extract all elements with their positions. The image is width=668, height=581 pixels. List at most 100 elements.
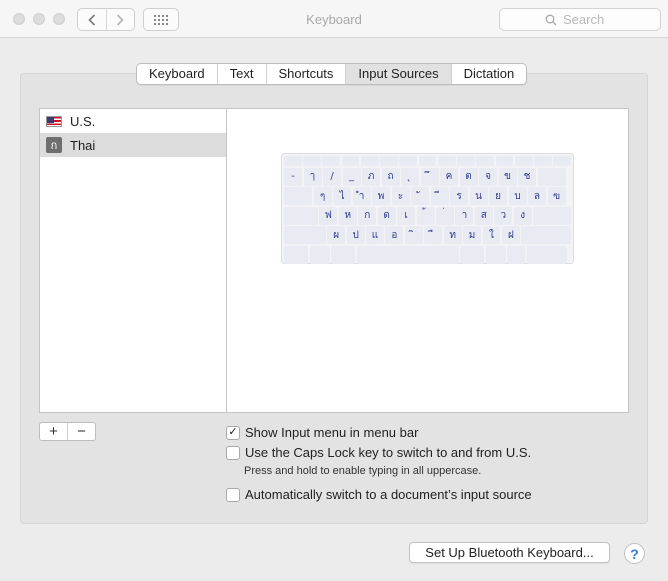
keyboard-key: แ xyxy=(366,226,384,244)
keyboard-key xyxy=(526,245,567,264)
keyboard-key: ำ xyxy=(352,187,371,205)
help-button[interactable]: ? xyxy=(624,543,645,564)
keyboard-key: ท xyxy=(443,226,462,244)
keyboard-key: ด xyxy=(377,206,396,225)
keyboard-key: ค xyxy=(440,167,458,186)
tab-dictation[interactable]: Dictation xyxy=(450,64,527,84)
keyboard-key xyxy=(341,156,360,166)
keyboard-key: ภ xyxy=(362,167,380,186)
keyboard-key: ถ xyxy=(381,167,400,186)
keyboard-key xyxy=(418,156,437,166)
keyboard-key: ื xyxy=(424,226,443,244)
keyboard-key xyxy=(331,245,355,264)
keyboard-key xyxy=(507,245,525,264)
keyboard-key xyxy=(284,245,308,264)
caps-lock-label: Use the Caps Lock key to switch to and f… xyxy=(245,445,532,460)
auto-switch-checkbox[interactable] xyxy=(226,487,240,502)
keyboard-key: ต xyxy=(459,167,478,186)
search-icon xyxy=(545,14,557,25)
show-input-menu-label: Show Input menu in menu bar xyxy=(245,425,419,440)
keyboard-key xyxy=(533,206,572,225)
add-source-button[interactable]: + xyxy=(40,423,67,440)
keyboard-key: ห xyxy=(338,206,357,225)
keyboard-key: ก xyxy=(358,206,377,225)
keyboard-row: ฟหกดเ้่าสวง xyxy=(284,206,572,225)
keyboard-key: ร xyxy=(450,187,468,205)
keyboard-key: ๆ xyxy=(313,187,332,205)
keyboard-row xyxy=(284,156,572,166)
keyboard-row: ผปแอิืทมใฝ xyxy=(284,226,572,244)
keyboard-key: ข xyxy=(498,167,517,186)
title-bar: Keyboard xyxy=(0,0,668,38)
keyboard-key xyxy=(537,167,566,186)
tab-bar: Keyboard Text Shortcuts Input Sources Di… xyxy=(136,63,528,85)
keyboard-key xyxy=(485,245,506,264)
caps-lock-option[interactable]: Use the Caps Lock key to switch to and f… xyxy=(226,445,531,460)
keyboard-key xyxy=(399,156,418,166)
keyboard-key xyxy=(457,156,475,166)
tab-shortcuts[interactable]: Shortcuts xyxy=(265,64,346,84)
remove-source-button[interactable]: − xyxy=(67,423,95,440)
keyboard-key xyxy=(284,206,318,225)
keyboard-key: ใ xyxy=(482,226,501,244)
keyboard-key: ๅ xyxy=(303,167,322,186)
keyboard-key xyxy=(514,156,533,166)
list-item-thai[interactable]: ก Thai xyxy=(40,133,226,157)
us-flag-icon xyxy=(46,115,62,127)
keyboard-key: ี xyxy=(430,187,449,205)
keyboard-key xyxy=(284,187,312,205)
keyboard-key: ึ xyxy=(420,167,439,186)
keyboard-key xyxy=(460,245,484,264)
caps-lock-checkbox[interactable] xyxy=(226,445,240,460)
keyboard-key xyxy=(303,156,321,166)
keyboard-key: เ xyxy=(397,206,416,225)
add-remove-control: + − xyxy=(39,422,96,441)
search-input[interactable] xyxy=(563,12,615,27)
show-input-menu-option[interactable]: ✓ Show Input menu in menu bar xyxy=(226,425,418,440)
keyboard-layout-preview: -ๅ/_ภถุึคตจขชๆไำพะัีรนยบลฃฟหกดเ้่าสวงผปแ… xyxy=(281,153,574,264)
setup-bluetooth-keyboard-button[interactable]: Set Up Bluetooth Keyboard... xyxy=(409,542,610,563)
keyboard-key: ย xyxy=(489,187,507,205)
keyboard-preview-pane: -ๅ/_ภถุึคตจขชๆไำพะัีรนยบลฃฟหกดเ้่าสวงผปแ… xyxy=(226,108,629,413)
keyboard-key: ้ xyxy=(416,206,435,225)
auto-switch-label: Automatically switch to a document’s inp… xyxy=(245,487,532,502)
keyboard-key xyxy=(356,245,459,264)
keyboard-key: บ xyxy=(508,187,527,205)
keyboard-key: ฝ xyxy=(501,226,520,244)
keyboard-key xyxy=(437,156,456,166)
keyboard-row: ๆไำพะัีรนยบลฃ xyxy=(284,187,571,205)
keyboard-key: ม xyxy=(463,226,482,244)
keyboard-key xyxy=(284,226,326,244)
keyboard-key: พ xyxy=(372,187,390,205)
keyboard-key: - xyxy=(284,167,302,186)
search-field[interactable] xyxy=(499,8,661,31)
keyboard-key xyxy=(360,156,379,166)
keyboard-key: ง xyxy=(513,206,532,225)
keyboard-key: น xyxy=(469,187,488,205)
tab-text[interactable]: Text xyxy=(216,64,266,84)
keyboard-key: ล xyxy=(528,187,546,205)
keyboard-key: ส xyxy=(474,206,493,225)
show-input-menu-checkbox[interactable]: ✓ xyxy=(226,425,240,440)
keyboard-key xyxy=(284,156,302,166)
keyboard-key: ิ xyxy=(404,226,423,244)
keyboard-key: ฃ xyxy=(547,187,566,205)
tab-keyboard[interactable]: Keyboard xyxy=(137,64,217,84)
list-item-us[interactable]: U.S. xyxy=(40,109,226,133)
keyboard-key: ช xyxy=(518,167,536,186)
keyboard-key: ะ xyxy=(391,187,410,205)
auto-switch-option[interactable]: Automatically switch to a document’s inp… xyxy=(226,487,532,502)
keyboard-key: ฟ xyxy=(319,206,338,225)
keyboard-key xyxy=(534,156,552,166)
tab-input-sources[interactable]: Input Sources xyxy=(345,64,451,84)
input-sources-list[interactable]: U.S. ก Thai xyxy=(39,108,227,413)
thai-input-icon: ก xyxy=(46,137,62,153)
keyboard-key xyxy=(322,156,341,166)
keyboard-key: / xyxy=(323,167,341,186)
keyboard-key: ผ xyxy=(327,226,346,244)
keyboard-key: ั xyxy=(411,187,429,205)
keyboard-key xyxy=(521,226,572,244)
caps-lock-hint: Press and hold to enable typing in all u… xyxy=(244,465,482,477)
list-item-label: Thai xyxy=(70,137,96,153)
list-item-label: U.S. xyxy=(70,113,96,129)
